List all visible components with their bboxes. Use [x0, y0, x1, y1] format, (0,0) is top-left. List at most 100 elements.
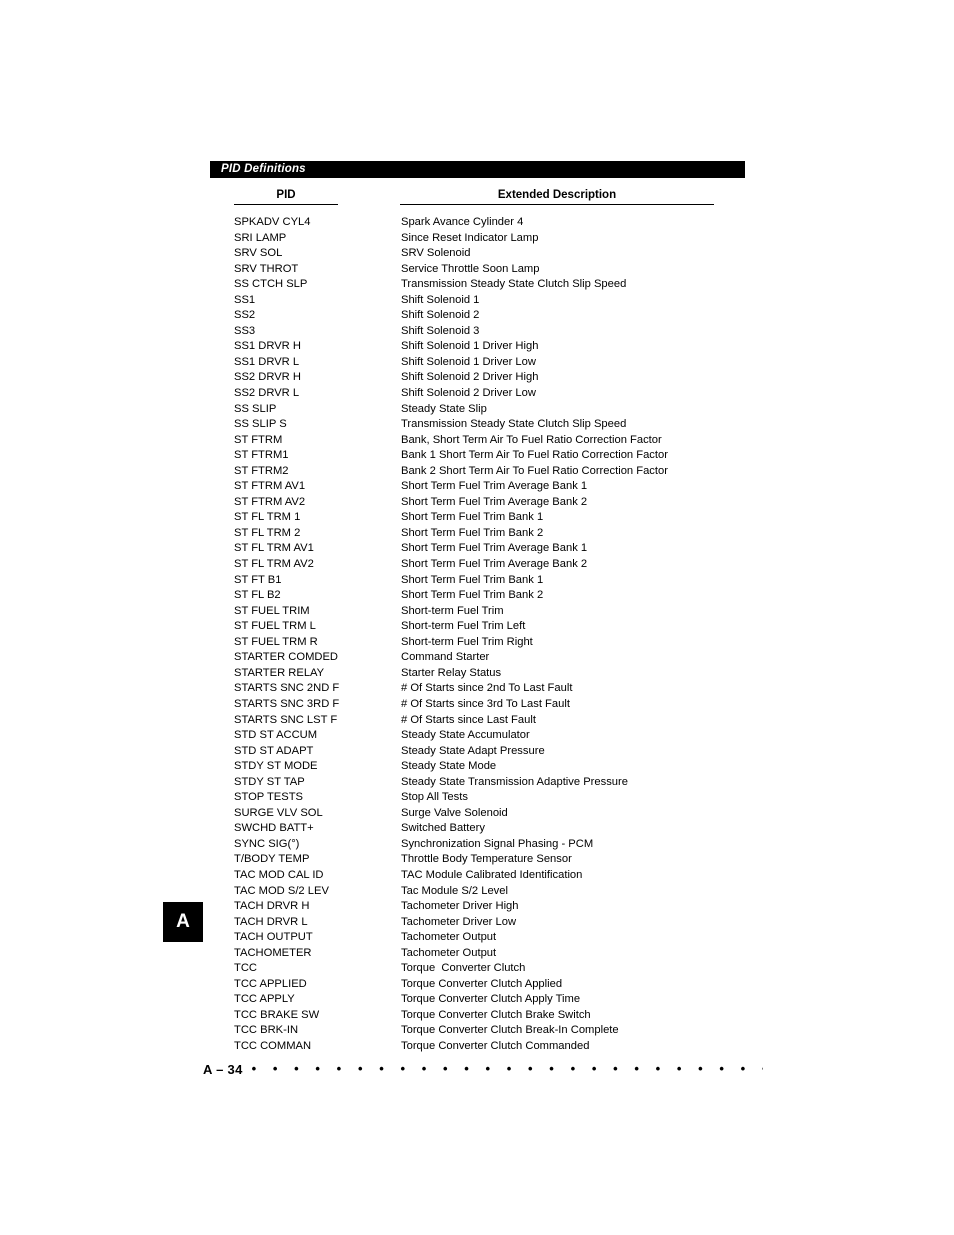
cell-pid: ST FT B1 [234, 573, 282, 586]
cell-pid: SS1 DRVR H [234, 340, 301, 353]
cell-pid: SS SLIP [234, 402, 277, 415]
cell-extended-description: Torque Converter Clutch Break-In Complet… [401, 1024, 619, 1037]
table-body: SPKADV CYL4 Spark Avance Cylinder 4 SRI LA… [0, 215, 954, 1055]
table-row: TAC MOD S/2 LEV Tac Module S/2 Level [0, 884, 954, 900]
cell-pid: STARTER RELAY [234, 666, 325, 679]
cell-extended-description: Torque Converter Clutch Apply Time [401, 993, 581, 1006]
cell-pid: SYNC SIG(°) [234, 837, 300, 850]
table-row: STARTS SNC 3RD F # Of Starts since 3rd To… [0, 697, 954, 713]
cell-extended-description: Short-term Fuel Trim Right [401, 635, 533, 648]
cell-pid: STARTS SNC LST F [234, 713, 338, 726]
table-row: ST FUEL TRM L Short-term Fuel Trim Left [0, 619, 954, 635]
table-row: TACH DRVR L Tachometer Driver Low [0, 915, 954, 931]
cell-pid: TCC BRK-IN [234, 1024, 299, 1037]
table-row: ST FT B1 Short Term Fuel Trim Bank 1 [0, 573, 954, 589]
table-row: STARTER RELAY Starter Relay Status [0, 666, 954, 682]
cell-extended-description: TAC Module Calibrated Identification [401, 868, 583, 881]
table-row: T/BODY TEMP Throttle Body Temperature Sen… [0, 852, 954, 868]
cell-extended-description: Short Term Fuel Trim Bank 1 [401, 573, 544, 586]
cell-extended-description: Switched Battery [401, 822, 485, 835]
cell-pid: ST FL TRM 2 [234, 526, 301, 539]
table-row: ST FL TRM 1 Short Term Fuel Trim Bank 1 [0, 510, 954, 526]
cell-pid: TCC [234, 962, 257, 975]
cell-extended-description: Shift Solenoid 1 Driver High [401, 340, 539, 353]
cell-extended-description: Bank 1 Short Term Air To Fuel Ratio Corr… [401, 449, 668, 462]
cell-pid: T/BODY TEMP [234, 853, 310, 866]
cell-extended-description: Short Term Fuel Trim Bank 2 [401, 526, 544, 539]
cell-pid: SS2 [234, 309, 256, 322]
cell-pid: STARTER COMDED [234, 651, 339, 664]
cell-pid: ST FTRM1 [234, 449, 289, 462]
table-row: SS SLIP S Transmission Steady State Clutc… [0, 417, 954, 433]
table-row: STD ST ADAPT Steady State Adapt Pressure [0, 744, 954, 760]
table-row: ST FL B2 Short Term Fuel Trim Bank 2 [0, 588, 954, 604]
cell-pid: TCC BRAKE SW [234, 1008, 320, 1021]
cell-pid: TCC COMMAN [234, 1039, 312, 1052]
cell-pid: STD ST ACCUM [234, 729, 318, 742]
cell-pid: ST FTRM AV2 [234, 495, 306, 508]
cell-extended-description: Short Term Fuel Trim Average Bank 1 [401, 542, 588, 555]
pid-definitions-table: PID Extended Description SPKADV CYL4 Spar… [0, 188, 954, 1055]
section-header-bar: PID Definitions [210, 161, 745, 178]
cell-extended-description: Shift Solenoid 1 [401, 293, 480, 306]
cell-pid: TCC APPLIED [234, 977, 307, 990]
table-row: TCC APPLIED Torque Converter Clutch Appli… [0, 977, 954, 993]
cell-pid: SS2 DRVR L [234, 387, 300, 400]
cell-extended-description: Shift Solenoid 2 [401, 309, 480, 322]
cell-extended-description: Tachometer Output [401, 946, 497, 959]
table-row: ST FTRM1 Bank 1 Short Term Air To Fuel Ra… [0, 448, 954, 464]
table-column-headers: PID Extended Description [0, 188, 954, 208]
section-title: PID Definitions [221, 163, 306, 175]
cell-extended-description: Short Term Fuel Trim Bank 1 [401, 511, 544, 524]
cell-pid: SS CTCH SLP [234, 278, 308, 291]
cell-extended-description: Tachometer Output [401, 931, 497, 944]
table-row: SS1 Shift Solenoid 1 [0, 293, 954, 309]
table-row: SS3 Shift Solenoid 3 [0, 324, 954, 340]
cell-pid: TACH DRVR H [234, 900, 310, 913]
table-row: ST FTRM2 Bank 2 Short Term Air To Fuel Ra… [0, 464, 954, 480]
table-row: STDY ST MODE Steady State Mode [0, 759, 954, 775]
table-row: ST FUEL TRIM Short-term Fuel Trim [0, 604, 954, 620]
cell-extended-description: Steady State Accumulator [401, 729, 530, 742]
cell-pid: ST FL B2 [234, 589, 281, 602]
cell-extended-description: Bank 2 Short Term Air To Fuel Ratio Corr… [401, 464, 668, 477]
column-header-pid: PID [234, 188, 338, 205]
cell-extended-description: Stop All Tests [401, 791, 468, 804]
cell-pid: TAC MOD CAL ID [234, 868, 324, 881]
cell-pid: ST FTRM2 [234, 464, 289, 477]
cell-pid: ST FTRM AV1 [234, 480, 306, 493]
footer-page-number: A – 34 [203, 1061, 243, 1077]
cell-pid: ST FUEL TRIM [234, 604, 310, 617]
cell-extended-description: Throttle Body Temperature Sensor [401, 853, 572, 866]
cell-extended-description: # Of Starts since 2nd To Last Fault [401, 682, 573, 695]
table-row: STARTS SNC LST F # Of Starts since Last F… [0, 713, 954, 729]
table-row: TCC Torque Converter Clutch [0, 961, 954, 977]
cell-pid: SURGE VLV SOL [234, 806, 323, 819]
table-row: ST FUEL TRM R Short-term Fuel Trim Right [0, 635, 954, 651]
cell-extended-description: Command Starter [401, 651, 490, 664]
cell-pid: SRI LAMP [234, 231, 287, 244]
table-row: TCC APPLY Torque Converter Clutch Apply T… [0, 992, 954, 1008]
table-row: SS2 DRVR L Shift Solenoid 2 Driver Low [0, 386, 954, 402]
cell-extended-description: Torque Converter Clutch Applied [401, 977, 563, 990]
cell-extended-description: Torque Converter Clutch Commanded [401, 1039, 590, 1052]
cell-extended-description: Shift Solenoid 3 [401, 324, 480, 337]
table-row: SS CTCH SLP Transmission Steady State Clu… [0, 277, 954, 293]
table-row: STDY ST TAP Steady State Transmission Ada… [0, 775, 954, 791]
table-row: SS2 DRVR H Shift Solenoid 2 Driver High [0, 370, 954, 386]
cell-extended-description: Tachometer Driver Low [401, 915, 517, 928]
table-row: ST FTRM AV1 Short Term Fuel Trim Average … [0, 479, 954, 495]
cell-extended-description: Steady State Mode [401, 760, 497, 773]
cell-extended-description: Shift Solenoid 2 Driver High [401, 371, 539, 384]
footer-dot-leader: • • • • • • • • • • • • • • • • • • • • … [251, 1062, 763, 1076]
cell-extended-description: Steady State Transmission Adaptive Press… [401, 775, 628, 788]
cell-extended-description: Short-term Fuel Trim Left [401, 620, 526, 633]
cell-pid: SS1 [234, 293, 256, 306]
cell-pid: STARTS SNC 3RD F [234, 697, 340, 710]
cell-pid: TACH OUTPUT [234, 931, 313, 944]
table-row: ST FL TRM 2 Short Term Fuel Trim Bank 2 [0, 526, 954, 542]
table-row: ST FTRM Bank, Short Term Air To Fuel Rati… [0, 433, 954, 449]
cell-pid: ST FL TRM AV1 [234, 542, 314, 555]
table-row: TACHOMETER Tachometer Output [0, 946, 954, 962]
cell-extended-description: Shift Solenoid 1 Driver Low [401, 355, 536, 368]
